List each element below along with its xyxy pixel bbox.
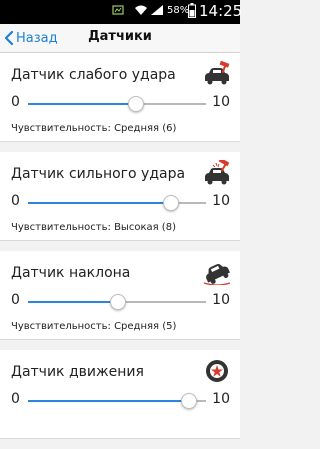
status-clock: 14:25 (199, 2, 243, 20)
battery-percent: 58% (167, 5, 190, 16)
sensor-list: Датчик слабого удара 0 10 Чувствительнос… (0, 53, 240, 449)
sensor-title: Датчик слабого удара (11, 67, 176, 83)
slider-max-label: 10 (212, 193, 230, 209)
slider-min-label: 0 (11, 391, 20, 407)
slider-thumb[interactable] (163, 195, 180, 211)
sensor-card-tilt: Датчик наклона 0 10 Чувствительность: Ср… (0, 251, 240, 340)
car-hammer-icon (205, 61, 230, 85)
wifi-icon (135, 5, 147, 15)
navigation-bar: Назад Датчики (0, 24, 240, 53)
sensitivity-slider[interactable] (28, 293, 206, 311)
slider-min-label: 0 (11, 94, 20, 110)
slider-fill (28, 400, 189, 402)
car-tilt-icon (203, 263, 231, 285)
slider-min-label: 0 (11, 292, 20, 308)
sensor-title: Датчик движения (11, 364, 144, 380)
battery-icon (188, 3, 196, 18)
slider-fill (28, 103, 135, 105)
screenshot-notification-icon (112, 5, 124, 15)
slider-thumb[interactable] (127, 96, 144, 112)
sensor-title: Датчик сильного удара (11, 166, 186, 182)
sensor-card-strong-impact: Датчик сильного удара 0 10 Чувствительно… (0, 152, 240, 241)
slider-max-label: 10 (212, 94, 230, 110)
sensitivity-text: Чувствительность: Средняя (5) (11, 321, 177, 332)
wheel-icon (206, 360, 228, 382)
slider-min-label: 0 (11, 193, 20, 209)
slider-thumb[interactable] (181, 393, 198, 409)
sensitivity-text: Чувствительность: Высокая (8) (11, 222, 176, 233)
sensor-card-weak-impact: Датчик слабого удара 0 10 Чувствительнос… (0, 53, 240, 142)
sensor-title: Датчик наклона (11, 265, 131, 281)
slider-fill (28, 301, 117, 303)
status-bar: 58% 14:25 (0, 0, 243, 24)
slider-max-label: 10 (212, 292, 230, 308)
sensitivity-text: Чувствительность: Средняя (6) (11, 123, 177, 134)
sensor-card-motion: Датчик движения 0 10 (0, 350, 240, 439)
slider-fill (28, 202, 171, 204)
sensitivity-slider[interactable] (28, 392, 206, 410)
page-title: Датчики (88, 29, 152, 44)
car-hammer-strong-icon (205, 160, 230, 185)
signal-icon (151, 5, 163, 15)
sensitivity-slider[interactable] (28, 194, 206, 212)
slider-thumb[interactable] (110, 294, 126, 310)
slider-max-label: 10 (212, 391, 230, 407)
sensitivity-slider[interactable] (28, 95, 206, 113)
